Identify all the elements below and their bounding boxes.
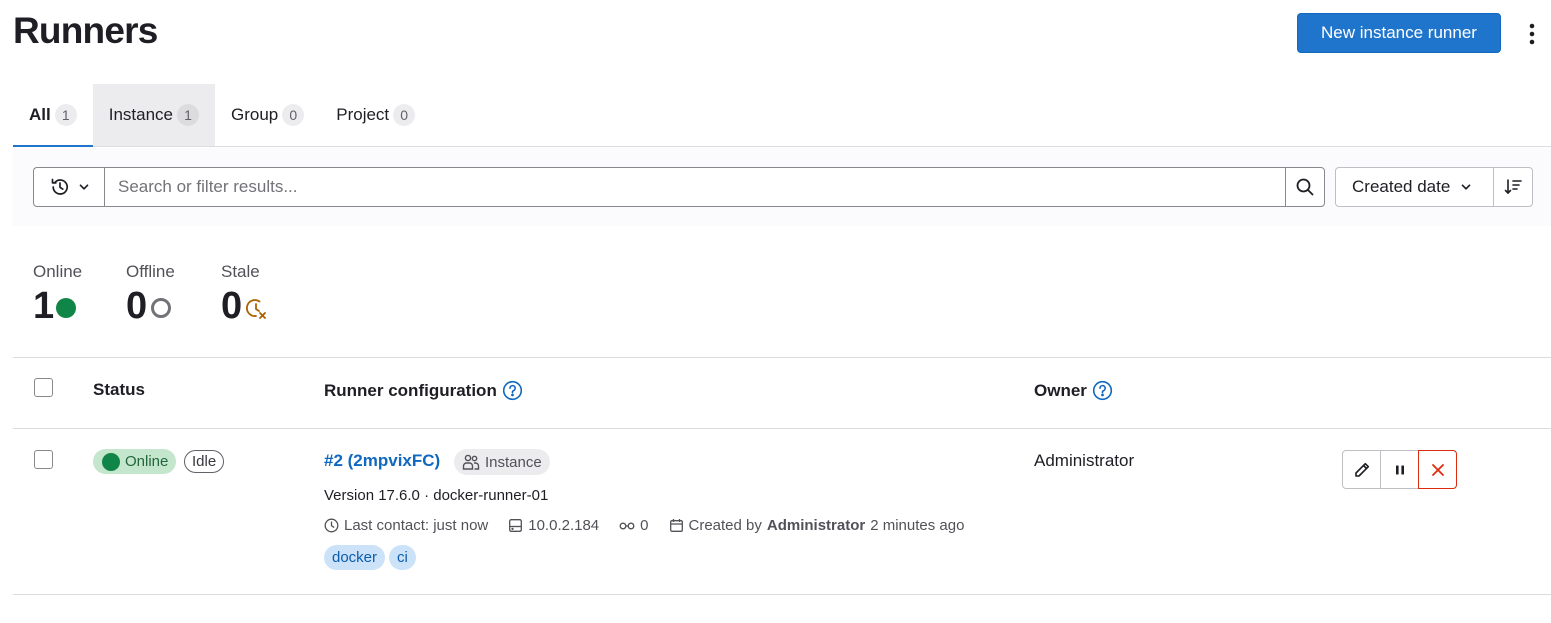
kebab-icon <box>1529 23 1535 45</box>
chevron-down-icon <box>79 184 88 190</box>
status-badge-idle: Idle <box>184 450 225 473</box>
tab-count-badge: 1 <box>177 104 199 126</box>
ip-address-text: 10.0.2.184 <box>528 517 600 534</box>
help-icon[interactable] <box>1092 380 1113 401</box>
stat-online: Online 1 <box>33 262 82 328</box>
table-divider <box>13 594 1551 595</box>
tab-project[interactable]: Project 0 <box>320 84 431 146</box>
pencil-icon <box>1354 462 1369 477</box>
tab-all[interactable]: All 1 <box>13 84 93 147</box>
stat-label: Offline <box>126 262 175 281</box>
column-header-label: Runner configuration <box>324 380 497 400</box>
column-header-runner-configuration: Runner configuration <box>324 380 523 401</box>
tab-label: Project <box>336 105 390 124</box>
machine-icon <box>509 519 523 532</box>
page-title: Runners <box>13 10 158 51</box>
created-prefix: Created by <box>688 517 762 534</box>
help-icon[interactable] <box>502 380 523 401</box>
runner-tags: docker ci <box>324 545 416 570</box>
stat-value: 0 <box>126 285 147 327</box>
ip-address: 10.0.2.184 <box>508 517 599 534</box>
last-contact: Last contact: just now <box>324 517 488 534</box>
created-info: Created by Administrator 2 minutes ago <box>669 517 965 534</box>
stat-stale: Stale 0 <box>221 262 269 328</box>
tab-group[interactable]: Group 0 <box>215 84 320 146</box>
status-badge-online: Online <box>93 449 177 474</box>
delete-runner-button[interactable] <box>1418 450 1457 489</box>
column-header-label: Status <box>93 380 145 399</box>
column-header-label: Owner <box>1034 380 1087 400</box>
pause-runner-button[interactable] <box>1380 450 1419 489</box>
created-by-link[interactable]: Administrator <box>767 517 865 534</box>
runner-type-badge: Instance <box>454 449 550 475</box>
tab-label: Group <box>231 105 279 124</box>
tab-label: Instance <box>108 105 173 124</box>
runner-type-tabs: All 1 Instance 1 Group 0 Project 0 <box>13 84 1551 147</box>
status-online-icon <box>102 452 120 471</box>
stat-label: Stale <box>221 262 260 281</box>
tag-ci[interactable]: ci <box>389 545 416 570</box>
sort-lowest-icon <box>1504 179 1522 194</box>
sort-direction-button[interactable] <box>1493 167 1533 207</box>
last-contact-text: Last contact: just now <box>344 517 489 534</box>
pipeline-icon <box>619 522 635 529</box>
tab-instance[interactable]: Instance 1 <box>92 84 215 146</box>
calendar-icon <box>669 519 683 532</box>
select-all-checkbox[interactable] <box>34 378 53 397</box>
tag-docker[interactable]: docker <box>324 545 386 570</box>
runner-owner: Administrator <box>1034 451 1135 470</box>
pause-icon <box>1395 465 1404 474</box>
tab-count-badge: 0 <box>393 104 416 126</box>
stat-label: Online <box>33 262 83 281</box>
column-header-owner: Owner <box>1034 380 1113 401</box>
edit-runner-button[interactable] <box>1342 450 1381 489</box>
table-divider <box>13 357 1551 358</box>
jobs-count-text: 0 <box>640 517 649 534</box>
history-icon <box>51 178 68 195</box>
new-instance-runner-button[interactable]: New instance runner <box>1297 13 1501 53</box>
more-actions-button[interactable] <box>1518 18 1546 50</box>
users-icon <box>462 454 480 470</box>
row-select-checkbox[interactable] <box>34 450 53 469</box>
status-offline-icon <box>150 298 171 318</box>
stat-value: 1 <box>33 285 54 327</box>
filter-bar: Created date <box>13 148 1551 226</box>
search-icon <box>1296 178 1314 196</box>
created-when: 2 minutes ago <box>870 517 965 534</box>
stat-value: 0 <box>221 285 242 327</box>
tab-count-badge: 1 <box>54 104 77 126</box>
runner-version: Version 17.6.0 · docker-runner-01 <box>324 487 549 504</box>
close-icon <box>1431 463 1444 476</box>
tab-count-badge: 0 <box>282 104 305 126</box>
runner-meta: Last contact: just now 10.0.2.184 0 Crea… <box>324 517 984 534</box>
column-header-status: Status <box>93 380 145 400</box>
stat-offline: Offline 0 <box>126 262 175 328</box>
table-divider <box>13 428 1551 429</box>
chevron-down-icon <box>1461 184 1471 190</box>
status-text: Online <box>125 453 169 470</box>
search-button[interactable] <box>1285 167 1325 207</box>
jobs-count: 0 <box>619 517 649 534</box>
status-stale-icon <box>245 299 266 319</box>
clock-icon <box>324 518 339 533</box>
recent-searches-dropdown[interactable] <box>33 167 105 207</box>
runner-link[interactable]: #2 (2mpvixFC) <box>324 451 440 471</box>
runner-type-label: Instance <box>485 453 542 471</box>
sort-by-dropdown[interactable]: Created date <box>1335 167 1494 207</box>
status-online-icon <box>55 298 76 318</box>
sort-label: Created date <box>1352 177 1451 196</box>
tab-label: All <box>29 105 51 124</box>
row-actions <box>1342 450 1457 489</box>
search-input[interactable] <box>104 167 1286 207</box>
